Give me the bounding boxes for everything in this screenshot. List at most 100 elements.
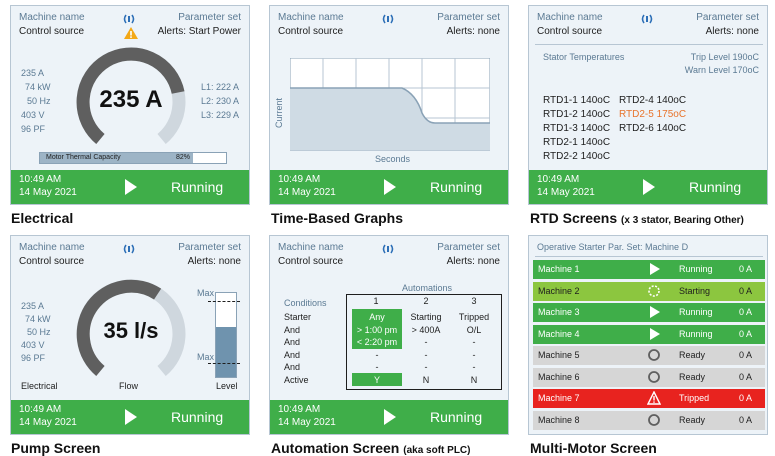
- machine-row[interactable]: Machine 7 Tripped 0 A: [533, 389, 765, 408]
- starting-icon[interactable]: [647, 284, 661, 298]
- rtd-panel: Machine name Control source Parameter se…: [528, 5, 768, 205]
- machine-name-label: Machine name: [278, 242, 344, 253]
- level-label: Level: [216, 381, 238, 391]
- automation-cell: -: [424, 362, 428, 372]
- play-icon[interactable]: [647, 262, 661, 276]
- play-icon[interactable]: [125, 179, 137, 195]
- machine-current: 0 A: [739, 264, 753, 274]
- machine-row[interactable]: Machine 3 Running 0 A: [533, 303, 765, 322]
- play-icon[interactable]: [647, 305, 661, 319]
- reading-voltage: 403 V: [21, 110, 45, 120]
- machine-row[interactable]: Machine 4 Running 0 A: [533, 324, 765, 344]
- panel-header: Machine name Control source Parameter se…: [11, 236, 249, 280]
- clock-time: 10:49 AM: [19, 404, 62, 415]
- rtd-reading: RTD2-6 140oC: [619, 123, 687, 134]
- machine-current: 0 A: [739, 285, 753, 296]
- ready-icon[interactable]: [647, 370, 661, 384]
- automation-2-column[interactable]: Starting > 400A - - - N: [402, 311, 450, 386]
- play-icon[interactable]: [125, 409, 137, 425]
- play-icon[interactable]: [647, 327, 661, 341]
- clock-time: 10:49 AM: [537, 174, 580, 185]
- machine-current: 0 A: [739, 414, 753, 425]
- automation-cell: > 1:00 pm: [356, 324, 398, 335]
- machine-name: Machine 5: [538, 350, 580, 360]
- machine-row[interactable]: Machine 5 Ready 0 A: [533, 346, 765, 365]
- machine-name-label: Machine name: [278, 12, 344, 23]
- level-fill: [216, 326, 236, 377]
- automation-3-column[interactable]: Tripped O/L - - - N: [450, 311, 498, 386]
- automations-title: Automations: [402, 283, 453, 293]
- rtd-reading: RTD1-3 140oC: [543, 123, 611, 134]
- wireless-icon: [382, 244, 394, 254]
- condition-active: Active: [284, 374, 309, 385]
- automation-cell: -: [375, 362, 379, 372]
- machine-current: 0 A: [739, 371, 753, 382]
- machine-name: Machine 6: [538, 371, 580, 382]
- reading-amps: 235 A: [21, 301, 45, 311]
- clock-date: 14 May 2021: [278, 417, 336, 428]
- automation-1-column[interactable]: Any > 1:00 pm < 2:20 pm - - Y: [350, 311, 404, 386]
- parameter-set-label: Parameter set: [437, 12, 500, 23]
- condition-starter: Starter: [284, 312, 312, 322]
- automation-cell: -: [472, 337, 476, 347]
- rtd-column-1: RTD1-1 140oC RTD1-2 140oC RTD1-3 140oC R…: [543, 94, 610, 164]
- machine-name: Machine 1: [538, 264, 580, 274]
- level-tank: [208, 292, 240, 378]
- machine-row[interactable]: Machine 6 Ready 0 A: [533, 367, 765, 387]
- clock-date: 14 May 2021: [537, 187, 595, 198]
- control-source-label: Control source: [537, 26, 603, 37]
- rtd-reading: RTD1-2 140oC: [543, 109, 611, 120]
- flow-value: 35 l/s: [103, 318, 159, 343]
- machine-status: Tripped: [679, 393, 710, 403]
- reading-l2: L2: 230 A: [201, 96, 240, 106]
- caption-rtd-note: (x 3 stator, Bearing Other): [621, 215, 744, 226]
- left-readings: 235 A 74 kW 50 Hz 403 V 96 PF: [21, 66, 51, 136]
- running-status: Running: [689, 179, 742, 195]
- conditions-label: Conditions: [284, 298, 327, 308]
- alerts-status: Alerts: Start Power: [157, 26, 241, 37]
- status-bar: 10:49 AM 14 May 2021 Running: [11, 400, 249, 434]
- play-icon[interactable]: [643, 179, 655, 195]
- alerts-status: Alerts: none: [446, 26, 500, 37]
- wireless-icon: [123, 14, 135, 24]
- parameter-set-label: Parameter set: [437, 242, 500, 253]
- max-bottom-label: Max: [197, 352, 215, 362]
- ready-icon[interactable]: [647, 348, 661, 362]
- clock-time: 10:49 AM: [19, 174, 62, 185]
- ready-icon[interactable]: [647, 413, 661, 427]
- thermal-capacity-value: 82%: [176, 154, 191, 161]
- machine-current: 0 A: [739, 350, 753, 360]
- parameter-set-label: Parameter set: [178, 242, 241, 253]
- wireless-icon: [382, 14, 394, 24]
- control-source-label: Control source: [278, 256, 344, 267]
- machine-name: Machine 7: [538, 393, 580, 403]
- running-status: Running: [171, 409, 224, 425]
- machine-name: Machine 3: [538, 307, 580, 317]
- electrical-label: Electrical: [21, 381, 58, 391]
- machine-row[interactable]: Machine 2 Starting 0 A: [533, 281, 765, 301]
- rtd-reading: RTD2-1 140oC: [543, 137, 611, 148]
- play-icon[interactable]: [384, 409, 396, 425]
- condition-and: And: [284, 324, 301, 335]
- status-bar: 10:49 AM 14 May 2021 Running: [11, 170, 249, 204]
- reading-voltage: 403 V: [21, 340, 45, 350]
- warning-icon[interactable]: [647, 391, 661, 405]
- operative-starter-header: Operative Starter Par. Set: Machine D: [537, 242, 689, 252]
- machine-current: 0 A: [739, 328, 753, 339]
- play-icon[interactable]: [384, 179, 396, 195]
- condition-and: And: [284, 337, 301, 347]
- machine-row[interactable]: Machine 8 Ready 0 A: [533, 410, 765, 430]
- machine-row[interactable]: Machine 1 Running 0 A: [533, 260, 765, 279]
- rtd-reading-warning: RTD2-5 175oC: [619, 109, 687, 120]
- control-source-label: Control source: [278, 26, 344, 37]
- caption-electrical: Electrical: [11, 210, 74, 226]
- rtd-reading: RTD2-2 140oC: [543, 151, 611, 162]
- current-value: 235 A: [99, 86, 163, 113]
- automation-cell: Any: [369, 312, 385, 322]
- thermal-capacity-bar: Motor Thermal Capacity 82%: [39, 152, 227, 164]
- running-status: Running: [430, 179, 483, 195]
- alerts-status: Alerts: none: [705, 26, 759, 37]
- clock-time: 10:49 AM: [278, 404, 321, 415]
- pump-panel: Machine name Control source Parameter se…: [10, 235, 250, 435]
- machine-name: Machine 2: [538, 285, 580, 296]
